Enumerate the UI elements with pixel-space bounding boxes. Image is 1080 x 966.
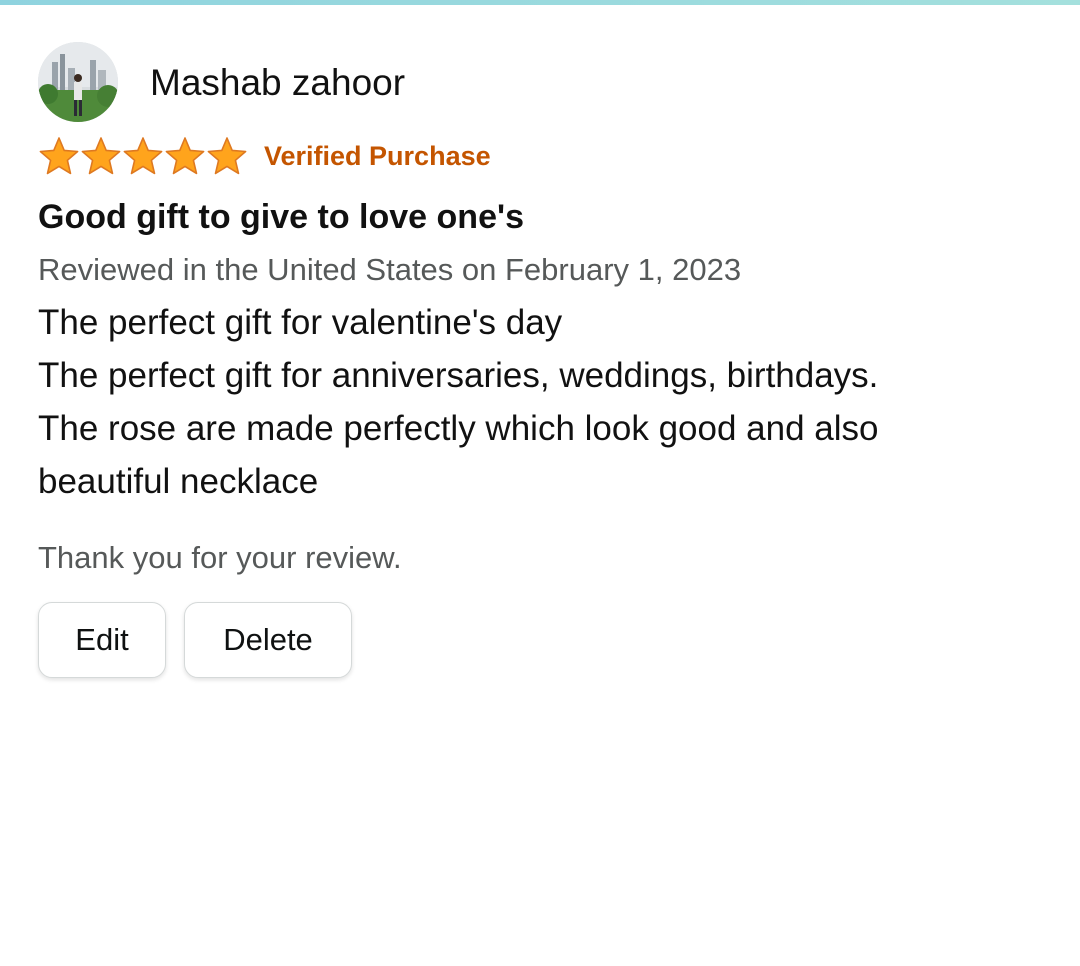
- delete-button[interactable]: Delete: [184, 602, 352, 678]
- review-actions: Edit Delete: [38, 602, 1048, 678]
- verified-purchase-badge: Verified Purchase: [264, 140, 491, 171]
- star-icon: [81, 137, 121, 175]
- reviewer-name[interactable]: Mashab zahoor: [150, 64, 405, 101]
- star-icon: [165, 137, 205, 175]
- edit-button[interactable]: Edit: [38, 602, 166, 678]
- top-accent-bar: [0, 0, 1080, 5]
- review-title: Good gift to give to love one's: [38, 198, 524, 236]
- star-icon: [39, 137, 79, 175]
- review-body-line: The perfect gift for anniversaries, wedd…: [38, 356, 879, 395]
- star-rating[interactable]: [38, 136, 248, 176]
- rating-row: Verified Purchase: [38, 136, 1048, 176]
- review-body: The perfect gift for valentine's day The…: [38, 296, 1048, 508]
- avatar-photo-icon: [38, 42, 118, 122]
- review-body-line: beautiful necklace: [38, 462, 319, 501]
- customer-review: Mashab zahoor Verified Purchase Good gif…: [38, 42, 1048, 678]
- star-icon: [123, 137, 163, 175]
- review-body-line: The rose are made perfectly which look g…: [38, 409, 879, 448]
- review-page: Mashab zahoor Verified Purchase Good gif…: [0, 0, 1080, 966]
- reviewer-profile[interactable]: Mashab zahoor: [38, 42, 1048, 122]
- star-icon: [207, 137, 247, 175]
- review-body-line: The perfect gift for valentine's day: [38, 303, 563, 342]
- avatar[interactable]: [38, 42, 118, 122]
- thank-you-message: Thank you for your review.: [38, 540, 402, 575]
- review-date: Reviewed in the United States on Februar…: [38, 252, 742, 287]
